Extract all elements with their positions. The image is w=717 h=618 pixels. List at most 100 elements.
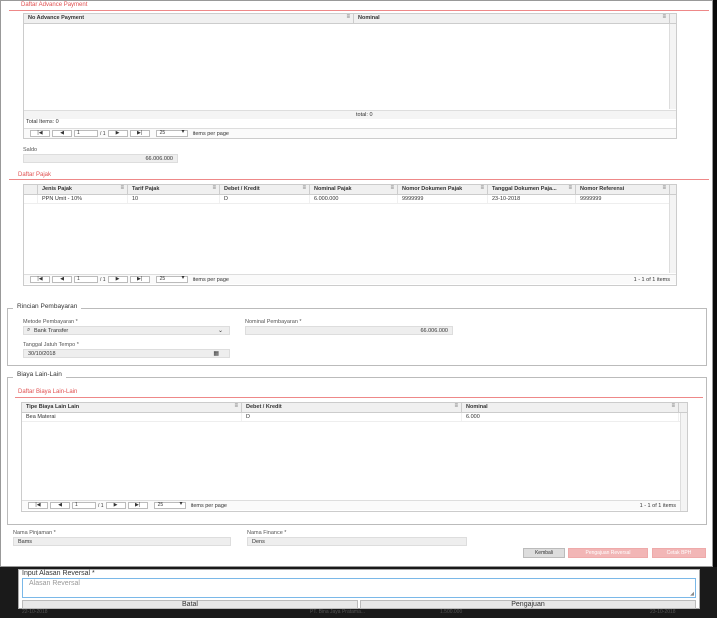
- first-page-button[interactable]: |◀: [28, 502, 48, 509]
- last-page-button[interactable]: ▶|: [129, 276, 150, 283]
- page-input[interactable]: 1: [74, 276, 98, 283]
- resize-handle-icon[interactable]: ◢: [690, 591, 694, 597]
- biaya-section-title: Daftar Biaya Lain-Lain: [18, 389, 78, 395]
- row-select[interactable]: [24, 195, 38, 203]
- next-page-button[interactable]: ▶: [107, 276, 128, 283]
- tanggal-field[interactable]: 30/10/2018 ▦: [23, 349, 230, 358]
- col-no-advance[interactable]: No Advance Payment ≡: [24, 14, 354, 23]
- column-menu-icon[interactable]: ≡: [234, 403, 238, 409]
- advance-pager: |◀ ◀ 1 / 1 ▶ ▶| 25 items per page: [24, 128, 676, 138]
- detail-page: Daftar Advance Payment No Advance Paymen…: [0, 0, 713, 567]
- cell-nominal: 6.000.000: [310, 195, 398, 203]
- column-menu-icon[interactable]: ≡: [662, 14, 666, 20]
- biaya-divider: [15, 397, 703, 398]
- page-input[interactable]: 1: [72, 502, 96, 509]
- column-menu-icon[interactable]: ≡: [390, 185, 394, 191]
- column-menu-icon[interactable]: ≡: [662, 185, 666, 191]
- batal-button[interactable]: Batal: [22, 600, 358, 609]
- column-menu-icon[interactable]: ≡: [454, 403, 458, 409]
- search-icon: ⌕: [27, 327, 31, 333]
- page-input[interactable]: 1: [74, 130, 98, 137]
- col-nominal[interactable]: Nominal ≡: [462, 403, 679, 412]
- biaya-pager: |◀ ◀ 1 / 1 ▶ ▶| 25 items per page 1 - 1 …: [22, 500, 680, 510]
- col-nominal[interactable]: Nominal ≡: [354, 14, 670, 23]
- column-menu-icon[interactable]: ≡: [120, 185, 124, 191]
- biaya-scrollbar[interactable]: [680, 413, 687, 511]
- nominal-label: Nominal Pembayaran *: [245, 319, 302, 325]
- col-nomor-dokumen[interactable]: Nomor Dokumen Pajak ≡: [398, 185, 488, 194]
- bg-row-date: 22-10-2018: [22, 609, 48, 615]
- biaya-grid-header: Tipe Biaya Lain Lain ≡ Debet / Kredit ≡ No…: [22, 403, 687, 413]
- col-tanggal-dokumen[interactable]: Tanggal Dokumen Paja... ≡: [488, 185, 576, 194]
- table-row[interactable]: Bea Materai D 6.000: [22, 413, 687, 422]
- column-menu-icon[interactable]: ≡: [302, 185, 306, 191]
- column-menu-icon[interactable]: ≡: [671, 403, 675, 409]
- pajak-scrollbar[interactable]: [669, 195, 676, 273]
- pager-summary: 1 - 1 of 1 items: [639, 502, 676, 509]
- cell-debet: D: [242, 413, 462, 421]
- col-debet-kredit[interactable]: Debet / Kredit ≡: [220, 185, 310, 194]
- pengajuan-reversal-button[interactable]: Pengajuan Reversal: [568, 548, 648, 558]
- next-page-button[interactable]: ▶: [107, 130, 128, 137]
- per-page-select[interactable]: 25: [155, 276, 188, 283]
- pajak-pager: |◀ ◀ 1 / 1 ▶ ▶| 25 items per page 1 - 1 …: [24, 274, 676, 284]
- tanggal-value: 30/10/2018: [28, 351, 56, 357]
- advance-grid-header: No Advance Payment ≡ Nominal ≡: [24, 14, 676, 24]
- cell-jenis: PPN Umit - 10%: [38, 195, 128, 203]
- last-page-button[interactable]: ▶|: [127, 502, 148, 509]
- col-select[interactable]: [24, 185, 38, 194]
- last-page-button[interactable]: ▶|: [129, 130, 150, 137]
- cell-tanggal: 23-10-2018: [488, 195, 576, 203]
- metode-select[interactable]: ⌕ Bank Transfer ⌄: [23, 326, 230, 335]
- table-row[interactable]: PPN Umit - 10% 10 D 6.000.000 9999999 23…: [24, 195, 676, 204]
- cell-tipe: Bea Materai: [22, 413, 242, 421]
- cell-tarif: 10: [128, 195, 220, 203]
- pinjaman-field: Bams: [13, 537, 231, 546]
- cell-debet: D: [220, 195, 310, 203]
- reversal-modal: Input Alasan Reversal * Alasan Reversal …: [18, 569, 700, 609]
- tanggal-label: Tanggal Jatuh Tempo *: [23, 342, 79, 348]
- advance-total: total: 0: [356, 112, 373, 118]
- metode-value: Bank Transfer: [34, 328, 69, 334]
- calendar-icon[interactable]: ▦: [213, 350, 219, 357]
- col-tarif-pajak[interactable]: Tarif Pajak ≡: [128, 185, 220, 194]
- advance-total-items: Total Items: 0: [26, 119, 59, 125]
- alasan-textarea[interactable]: Alasan Reversal ◢: [22, 578, 696, 598]
- per-page-select[interactable]: 25: [155, 130, 188, 137]
- advance-grid: No Advance Payment ≡ Nominal ≡ total: 0 To…: [23, 13, 677, 139]
- chevron-down-icon: ⌄: [217, 328, 223, 334]
- prev-page-button[interactable]: ◀: [52, 276, 72, 283]
- column-menu-icon[interactable]: ≡: [480, 185, 484, 191]
- per-page-select[interactable]: 25: [153, 502, 186, 509]
- col-tipe-biaya[interactable]: Tipe Biaya Lain Lain ≡: [22, 403, 242, 412]
- first-page-button[interactable]: |◀: [30, 276, 50, 283]
- cetak-bph-button[interactable]: Cetak BPH: [652, 548, 706, 558]
- biaya-legend: Biaya Lain-Lain: [13, 371, 66, 378]
- advance-divider: [9, 10, 709, 11]
- bg-row-ref: PT. Bina Jaya Pratama...: [310, 609, 366, 615]
- pager-summary: 1 - 1 of 1 items: [633, 276, 670, 283]
- modal-title: Input Alasan Reversal *: [22, 570, 95, 577]
- column-menu-icon[interactable]: ≡: [346, 14, 350, 20]
- kembali-button[interactable]: Kembali: [523, 548, 565, 558]
- per-page-label: items per page: [190, 502, 227, 509]
- first-page-button[interactable]: |◀: [30, 130, 50, 137]
- prev-page-button[interactable]: ◀: [52, 130, 72, 137]
- col-nomor-referensi[interactable]: Nomor Referensi ≡: [576, 185, 670, 194]
- col-nominal-pajak[interactable]: Nominal Pajak ≡: [310, 185, 398, 194]
- metode-label: Metode Pembayaran *: [23, 319, 78, 325]
- column-menu-icon[interactable]: ≡: [568, 185, 572, 191]
- col-debet-kredit[interactable]: Debet / Kredit ≡: [242, 403, 462, 412]
- pengajuan-button[interactable]: Pengajuan: [360, 600, 696, 609]
- cell-nomor-dok: 9999999: [398, 195, 488, 203]
- next-page-button[interactable]: ▶: [105, 502, 126, 509]
- pajak-grid-header: Jenis Pajak ≡ Tarif Pajak ≡ Debet / Kredit…: [24, 185, 676, 195]
- column-menu-icon[interactable]: ≡: [212, 185, 216, 191]
- nominal-field: 66.006.000: [245, 326, 453, 335]
- prev-page-button[interactable]: ◀: [50, 502, 70, 509]
- col-jenis-pajak[interactable]: Jenis Pajak ≡: [38, 185, 128, 194]
- cell-nominal: 6.000: [462, 413, 679, 421]
- biaya-grid: Tipe Biaya Lain Lain ≡ Debet / Kredit ≡ No…: [21, 402, 688, 512]
- bg-row-date2: 23-10-2018: [650, 609, 676, 615]
- advance-scrollbar[interactable]: [669, 24, 676, 109]
